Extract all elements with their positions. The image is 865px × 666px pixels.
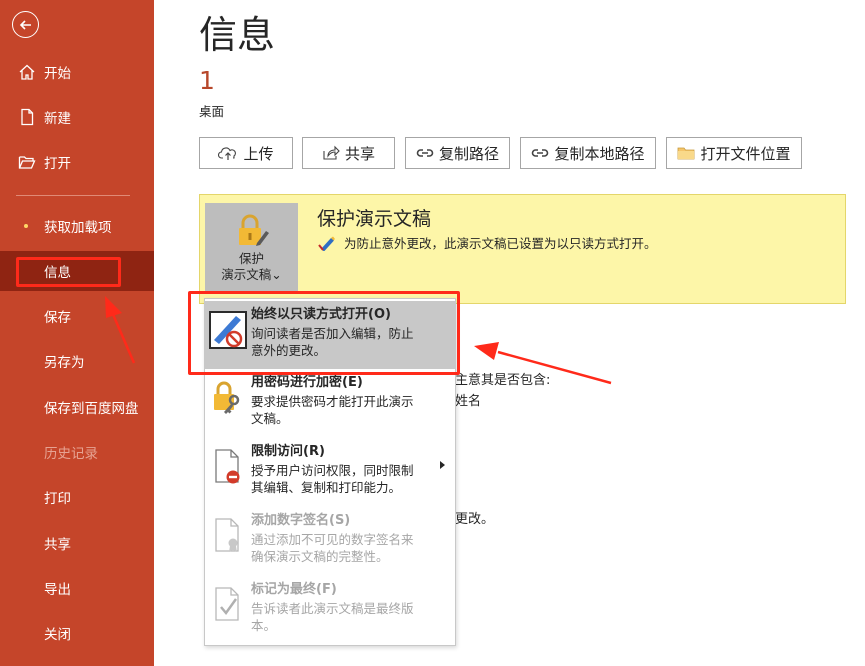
protect-title: 保护演示文稿: [317, 208, 432, 230]
menu-item-text: 用密码进行加密(E) 要求提供密码才能打开此演示 文稿。: [251, 374, 437, 442]
sidebar-item-get-addins[interactable]: 获取加载项: [0, 206, 154, 246]
annotation-highlight-box: [16, 257, 121, 287]
submenu-arrow-icon: [440, 461, 445, 469]
sidebar-item-share[interactable]: 共享: [0, 523, 154, 563]
link-icon: [532, 149, 549, 157]
sidebar-item-label: 历史记录: [44, 446, 98, 462]
menu-item-mark-final: 标记为最终(F) 告诉读者此演示文稿是最终版 本。: [205, 581, 455, 647]
copy-local-path-button-label: 复制本地路径: [554, 144, 645, 163]
sidebar-item-label: 共享: [44, 537, 71, 553]
menu-item-desc-line1: 通过添加不可见的数字签名来: [251, 532, 414, 547]
chevron-down-icon: ⌄: [271, 267, 282, 282]
inspect-text-fragment: 主意其是否包含:: [455, 373, 551, 388]
sidebar-item-home[interactable]: 开始: [0, 52, 154, 92]
copy-path-button-label: 复制路径: [438, 144, 499, 163]
share-button[interactable]: 共享: [302, 137, 395, 169]
sidebar-item-label: 获取加载项: [44, 220, 112, 236]
sidebar-item-save-as[interactable]: 另存为: [0, 341, 154, 381]
sidebar-item-save-to-baidu[interactable]: 保存到百度网盘: [0, 387, 154, 427]
sidebar-item-print[interactable]: 打印: [0, 477, 154, 517]
upload-button-label: 上传: [243, 144, 274, 163]
upload-button[interactable]: 上传: [199, 137, 293, 169]
menu-item-desc-line1: 要求提供密码才能打开此演示: [251, 394, 414, 409]
new-document-icon: [17, 108, 37, 126]
menu-item-text: 添加数字签名(S) 通过添加不可见的数字签名来 确保演示文稿的完整性。: [251, 512, 437, 580]
upload-icon: [218, 147, 237, 160]
menu-item-encrypt-password[interactable]: 用密码进行加密(E) 要求提供密码才能打开此演示 文稿。: [205, 374, 455, 442]
folder-icon: [678, 147, 695, 160]
menu-item-title: 限制访问(R): [251, 444, 325, 459]
back-button[interactable]: [12, 11, 39, 38]
protect-button-line1: 保护: [238, 251, 264, 266]
sidebar-item-save[interactable]: 保存: [0, 296, 154, 336]
menu-item-title: 用密码进行加密(E): [251, 375, 363, 390]
open-file-location-button[interactable]: 打开文件位置: [666, 137, 802, 169]
sidebar-item-label: 关闭: [44, 627, 71, 643]
sidebar-item-label: 打开: [44, 156, 71, 172]
share-icon: [323, 145, 340, 160]
menu-item-title: 标记为最终(F): [251, 582, 337, 597]
restrict-access-icon: [205, 443, 251, 511]
menu-item-desc-line2: 文稿。: [251, 411, 289, 426]
menu-item-restrict-access[interactable]: 限制访问(R) 授予用户访问权限，同时限制 其编辑、复制和打印能力。: [205, 443, 455, 511]
open-file-location-button-label: 打开文件位置: [700, 144, 791, 163]
menu-item-text: 限制访问(R) 授予用户访问权限，同时限制 其编辑、复制和打印能力。: [251, 443, 437, 511]
sidebar-item-label: 开始: [44, 66, 71, 82]
menu-item-title: 添加数字签名(S): [251, 513, 351, 528]
menu-item-desc-line2: 其编辑、复制和打印能力。: [251, 480, 402, 495]
sidebar-item-close[interactable]: 关闭: [0, 613, 154, 653]
sidebar-item-label: 导出: [44, 582, 71, 598]
open-folder-icon: [17, 153, 37, 171]
menu-item-digital-signature: 添加数字签名(S) 通过添加不可见的数字签名来 确保演示文稿的完整性。: [205, 512, 455, 580]
backstage-sidebar: 开始 新建 打开 获取加载项 信息 保存 另存为 保存到百度网盘 历史记录 打印…: [0, 0, 154, 666]
menu-item-text: 标记为最终(F) 告诉读者此演示文稿是最终版 本。: [251, 581, 437, 647]
sidebar-item-label: 保存到百度网盘: [44, 401, 139, 417]
menu-item-desc-line2: 本。: [251, 618, 277, 633]
inspect-text-fragment: 姓名: [455, 394, 482, 409]
sidebar-item-new[interactable]: 新建: [0, 97, 154, 137]
file-location: 桌面: [199, 104, 225, 119]
menu-item-desc-line2: 确保演示文稿的完整性。: [251, 549, 389, 564]
protect-description: 为防止意外更改，此演示文稿已设置为以只读方式打开。: [344, 236, 657, 251]
sidebar-item-label: 打印: [44, 491, 71, 507]
sidebar-item-label: 新建: [44, 111, 71, 127]
sidebar-item-label: 另存为: [44, 355, 85, 371]
home-icon: [17, 63, 37, 81]
protect-description-row: 为防止意外更改，此演示文稿已设置为以只读方式打开。: [318, 233, 657, 252]
menu-item-desc-line1: 授予用户访问权限，同时限制: [251, 463, 414, 478]
page-title: 信息: [199, 13, 276, 57]
protect-button-line2-wrap: 演示文稿⌄: [221, 267, 282, 283]
copy-local-path-button[interactable]: 复制本地路径: [520, 137, 656, 169]
sidebar-divider: [16, 195, 130, 196]
link-icon: [416, 149, 434, 157]
sidebar-item-label: 保存: [44, 310, 71, 326]
inspect-text-fragment: 更改。: [455, 512, 495, 527]
protect-presentation-button[interactable]: 保护 演示文稿⌄: [205, 203, 298, 293]
file-name: 1: [199, 66, 215, 95]
share-button-label: 共享: [344, 144, 375, 163]
certificate-icon: [205, 512, 251, 580]
mark-final-icon: [205, 581, 251, 647]
sidebar-item-export[interactable]: 导出: [0, 568, 154, 608]
copy-path-button[interactable]: 复制路径: [405, 137, 510, 169]
pen-icon: [318, 236, 335, 251]
sidebar-item-open[interactable]: 打开: [0, 142, 154, 182]
annotation-highlight-box: [188, 291, 460, 375]
menu-item-desc-line1: 告诉读者此演示文稿是最终版: [251, 601, 414, 616]
lock-key-icon: [205, 374, 251, 442]
protect-button-line2: 演示文稿: [221, 267, 272, 282]
lock-pen-icon: [238, 214, 269, 246]
arrow-left-icon: [19, 19, 31, 30]
sidebar-item-history: 历史记录: [0, 432, 154, 472]
